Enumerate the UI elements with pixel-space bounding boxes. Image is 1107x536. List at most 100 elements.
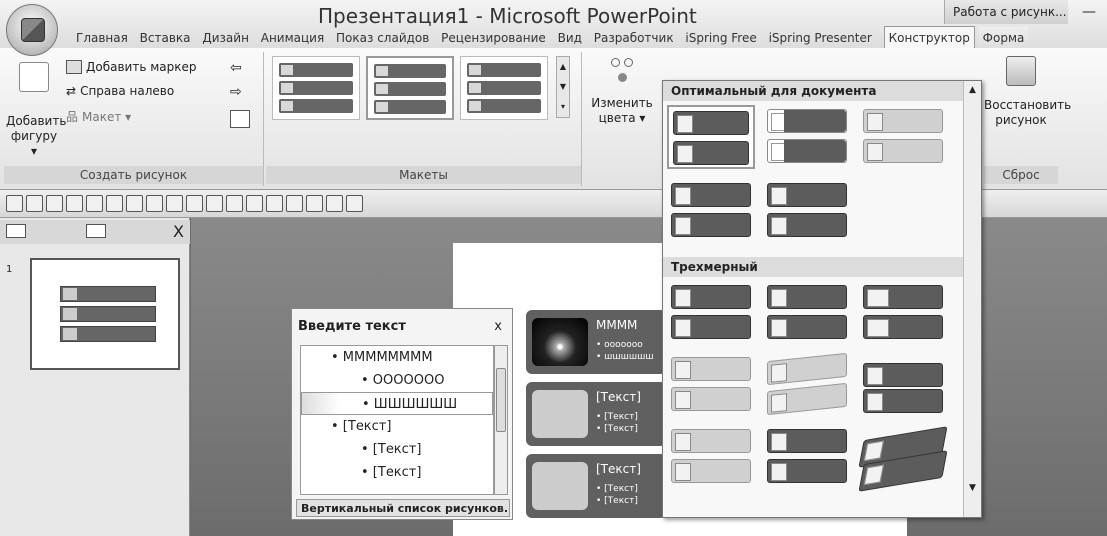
- change-colors-button[interactable]: Изменить цвета ▾: [590, 56, 654, 126]
- clipart-icon[interactable]: [226, 195, 243, 212]
- layout-option-3[interactable]: [460, 56, 548, 120]
- redo-icon[interactable]: [86, 195, 103, 212]
- row-subitem: • ооооооо: [596, 340, 643, 350]
- new-icon[interactable]: [6, 195, 23, 212]
- restore-graphic-button[interactable]: Восстановить рисунок: [984, 56, 1072, 128]
- save-icon[interactable]: [46, 195, 63, 212]
- tab-animation[interactable]: Анимация: [257, 27, 328, 49]
- demote-arrow-icon[interactable]: ⇨: [230, 84, 242, 100]
- pane-close-button[interactable]: X: [173, 222, 184, 241]
- table-icon[interactable]: [246, 195, 263, 212]
- style-option[interactable]: [859, 105, 947, 169]
- layout-option-2[interactable]: [366, 56, 454, 120]
- right-to-left-label: Справа налево: [80, 84, 175, 98]
- restore-label: Восстановить: [984, 98, 1072, 112]
- text-pane-close-button[interactable]: x: [494, 319, 502, 334]
- smartart-row[interactable]: [Текст] • [Текст] • [Текст]: [526, 382, 666, 446]
- smartart-row[interactable]: ММММ • ооооооо • шшшшшш: [526, 310, 666, 374]
- list-item[interactable]: • ММММММММ: [301, 346, 493, 369]
- tab-slides[interactable]: [6, 224, 26, 238]
- context-tab-label: Работа с рисунк...: [944, 0, 1068, 24]
- minimize-button[interactable]: —: [1075, 4, 1103, 22]
- style-option[interactable]: [763, 105, 851, 169]
- layouts-scroll[interactable]: ▲ ▼ ▾: [556, 56, 570, 118]
- layout-button[interactable]: 品 Макет ▾: [66, 108, 131, 125]
- color-circles-icon: [607, 56, 637, 86]
- slide-thumbnail[interactable]: [30, 258, 180, 370]
- tab-home[interactable]: Главная: [72, 27, 132, 49]
- tab-constructor[interactable]: Конструктор: [883, 26, 975, 49]
- style-option[interactable]: [667, 353, 755, 417]
- paste-icon[interactable]: [286, 195, 303, 212]
- office-button[interactable]: [6, 4, 58, 56]
- new-slide-icon[interactable]: [106, 195, 123, 212]
- style-option[interactable]: [858, 425, 948, 492]
- smartart-row[interactable]: [Текст] • [Текст] • [Текст]: [526, 454, 666, 518]
- row-subitem: • [Текст]: [596, 424, 638, 434]
- list-item[interactable]: • ООООООО: [301, 369, 493, 392]
- tab-ispring-presenter[interactable]: iSpring Presenter: [765, 27, 876, 49]
- row-heading: [Текст]: [596, 390, 641, 404]
- tab-insert[interactable]: Вставка: [136, 27, 195, 49]
- style-option[interactable]: [859, 353, 947, 417]
- style-option[interactable]: [763, 179, 851, 243]
- style-option[interactable]: [667, 281, 755, 345]
- add-shape-icon: [19, 62, 49, 92]
- add-shape-label: Добавить: [6, 114, 67, 128]
- tab-ispring-free[interactable]: iSpring Free: [681, 27, 760, 49]
- list-item[interactable]: • [Текст]: [301, 438, 493, 461]
- tab-developer[interactable]: Разработчик: [590, 27, 678, 49]
- scroll-up-icon[interactable]: ▲: [964, 85, 981, 95]
- layout-label: Макет ▾: [82, 109, 132, 124]
- picture-placeholder-icon[interactable]: [532, 390, 588, 438]
- list-item[interactable]: • [Текст]: [301, 415, 493, 438]
- smartart-graphic[interactable]: ММММ • ооооооо • шшшшшш [Текст] • [Текст…: [526, 310, 666, 520]
- style-option[interactable]: [763, 425, 851, 489]
- undo-icon[interactable]: [66, 195, 83, 212]
- tab-slideshow[interactable]: Показ слайдов: [332, 27, 433, 49]
- text-pane-toggle-icon[interactable]: [230, 110, 250, 128]
- change-colors-label: Изменить: [591, 96, 653, 110]
- format-icon[interactable]: [306, 195, 323, 212]
- text-pane-list[interactable]: • ММММММММ • ООООООО • ШШШШШШ • [Текст] …: [300, 345, 494, 495]
- tab-view[interactable]: Вид: [554, 27, 586, 49]
- style-option[interactable]: [859, 281, 947, 345]
- add-bullet-button[interactable]: Добавить маркер: [66, 60, 197, 74]
- style-option[interactable]: [667, 179, 755, 243]
- row-heading: ММММ: [596, 318, 638, 332]
- picture-placeholder-icon[interactable]: [532, 462, 588, 510]
- list-item[interactable]: • [Текст]: [301, 461, 493, 484]
- tab-design[interactable]: Дизайн: [198, 27, 253, 49]
- style-option[interactable]: [763, 281, 851, 345]
- window-title: Презентация1 - Microsoft PowerPoint: [318, 4, 697, 28]
- copy-icon[interactable]: [266, 195, 283, 212]
- layout-option-1[interactable]: [272, 56, 360, 120]
- pane-tabs: X: [0, 220, 190, 244]
- spelling-icon[interactable]: [326, 195, 343, 212]
- textbox-icon[interactable]: [166, 195, 183, 212]
- right-to-left-button[interactable]: ⇄ Справа налево: [66, 84, 174, 98]
- gallery-section-3d: Трехмерный: [663, 257, 963, 277]
- picture-icon[interactable]: [206, 195, 223, 212]
- tab-review[interactable]: Рецензирование: [437, 27, 550, 49]
- text-pane-footer[interactable]: Вертикальный список рисунков...: [296, 499, 510, 517]
- scroll-down-icon[interactable]: ▼: [964, 483, 981, 493]
- tab-outline[interactable]: [86, 224, 106, 238]
- style-option[interactable]: [667, 105, 755, 169]
- chart-icon[interactable]: [186, 195, 203, 212]
- open-icon[interactable]: [26, 195, 43, 212]
- layout-icon[interactable]: [126, 195, 143, 212]
- print-icon[interactable]: [346, 195, 363, 212]
- tab-format[interactable]: Форма: [978, 27, 1029, 49]
- scroll-thumb[interactable]: [496, 368, 506, 432]
- promote-arrow-icon[interactable]: ⇦: [230, 60, 242, 76]
- gallery-scrollbar[interactable]: ▲ ▼: [963, 81, 981, 517]
- restore-icon: [1006, 56, 1036, 86]
- add-shape-button[interactable]: Добавить фигуру ▾: [6, 58, 67, 158]
- list-item[interactable]: • ШШШШШШ: [301, 392, 493, 415]
- text-pane-scrollbar[interactable]: [494, 345, 508, 495]
- style-option[interactable]: [763, 352, 851, 417]
- slides-pane: X 1: [0, 218, 190, 536]
- shape-icon[interactable]: [146, 195, 163, 212]
- style-option[interactable]: [667, 425, 755, 489]
